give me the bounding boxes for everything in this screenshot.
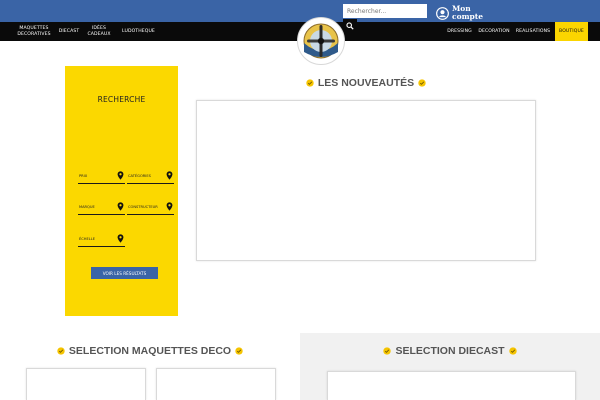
yellow-check-badge-icon bbox=[383, 347, 392, 355]
nav-item-idees-cadeaux[interactable]: IDÉES CADEAUX bbox=[87, 22, 110, 41]
section-title-diecast: SELECTION DIECAST bbox=[395, 345, 505, 357]
site-logo[interactable] bbox=[297, 17, 345, 65]
page: Mon compte MAQUETTES DECORATIVES DIECAST… bbox=[0, 0, 600, 400]
section-heading-nouveautes: LES NOUVEAUTÉS bbox=[196, 76, 536, 90]
section-title-nouveautes: LES NOUVEAUTÉS bbox=[317, 77, 415, 89]
section-title-maquettes-deco: SELECTION MAQUETTES DECO bbox=[68, 345, 232, 357]
airplane-propeller-logo bbox=[303, 23, 339, 59]
map-pin-icon bbox=[117, 234, 124, 243]
section-heading-diecast: SELECTION DIECAST bbox=[300, 344, 600, 358]
account-label: Mon compte bbox=[452, 4, 483, 21]
brand-filter-label: MARQUE bbox=[79, 205, 95, 209]
product-card[interactable] bbox=[156, 368, 276, 400]
nav-item-decoration[interactable]: DECORATION bbox=[476, 22, 512, 41]
nav-item-boutique[interactable]: BOUTIQUE bbox=[555, 22, 588, 41]
search-input[interactable] bbox=[343, 4, 427, 18]
map-pin-icon bbox=[166, 202, 173, 211]
yellow-check-badge-icon bbox=[235, 347, 243, 355]
yellow-check-badge-icon bbox=[57, 347, 65, 355]
price-filter-label: PRIX bbox=[79, 174, 88, 178]
section-heading-maquettes-deco: SELECTION MAQUETTES DECO bbox=[20, 344, 280, 358]
nav-item-maquettes-decoratives[interactable]: MAQUETTES DECORATIVES bbox=[15, 22, 53, 41]
map-pin-icon bbox=[166, 171, 173, 180]
new-products-carousel[interactable] bbox=[196, 100, 536, 261]
yellow-check-badge-icon bbox=[306, 79, 314, 87]
manufacturer-filter-label: CONSTRUCTEUR bbox=[128, 205, 158, 209]
nav-item-diecast[interactable]: DIECAST bbox=[56, 22, 82, 41]
account-link[interactable]: Mon compte bbox=[436, 4, 486, 22]
nav-item-ludotheque[interactable]: LUDOTHEQUE bbox=[113, 22, 164, 41]
nav-item-dressing[interactable]: DRESSING bbox=[444, 22, 475, 41]
categories-filter-label: CATÉGORIES bbox=[128, 174, 151, 178]
scale-filter-label: ÉCHELLE bbox=[79, 237, 96, 241]
user-circle-icon bbox=[436, 6, 449, 20]
map-pin-icon bbox=[117, 202, 124, 211]
yellow-check-badge-icon bbox=[508, 347, 517, 355]
scale-filter[interactable]: ÉCHELLE bbox=[78, 233, 125, 247]
search-panel-title: RECHERCHE bbox=[97, 95, 146, 104]
brand-filter[interactable]: MARQUE bbox=[78, 201, 125, 215]
yellow-check-badge-icon bbox=[418, 79, 426, 87]
diecast-carousel[interactable] bbox=[327, 371, 576, 400]
map-pin-icon bbox=[117, 171, 124, 180]
nav-item-realisations[interactable]: REALISATIONS bbox=[513, 22, 553, 41]
manufacturer-filter[interactable]: CONSTRUCTEUR bbox=[127, 201, 174, 215]
product-card[interactable] bbox=[26, 368, 146, 400]
search-button[interactable] bbox=[343, 19, 357, 32]
magnifier-icon bbox=[346, 21, 354, 30]
categories-filter[interactable]: CATÉGORIES bbox=[127, 170, 174, 184]
price-filter[interactable]: PRIX bbox=[78, 170, 125, 184]
view-results-button[interactable]: VOIR LES RÉSULTATS bbox=[91, 267, 158, 279]
